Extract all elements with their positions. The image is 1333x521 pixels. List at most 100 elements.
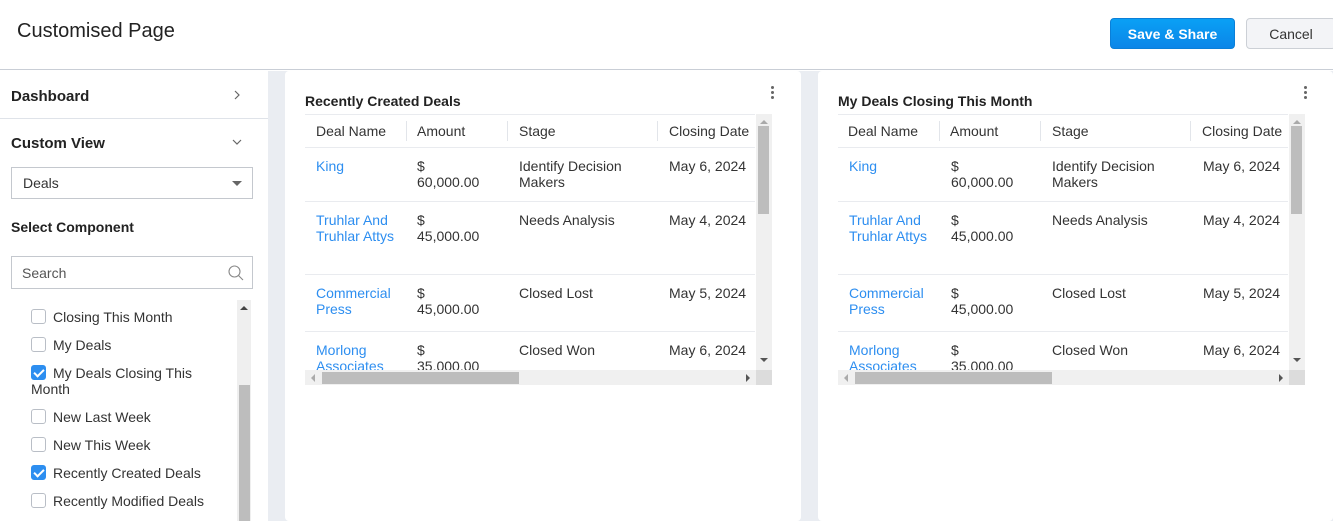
- column-header-stage[interactable]: Stage: [1052, 123, 1089, 139]
- column-header-stage[interactable]: Stage: [519, 123, 556, 139]
- column-header-amount[interactable]: Amount: [417, 123, 465, 139]
- search-icon[interactable]: [228, 265, 244, 281]
- table-row: Commercial Press $45,000.00 Closed Lost …: [305, 275, 755, 332]
- component-search[interactable]: [11, 256, 253, 289]
- table-header: Deal Name Amount Stage Closing Date: [305, 114, 755, 148]
- closing-date-cell: May 4, 2024: [669, 212, 747, 228]
- component-label: New Last Week: [53, 409, 151, 425]
- amount-value: 45,000.00: [417, 228, 480, 244]
- scroll-down-arrow-icon[interactable]: [760, 358, 768, 362]
- checkbox[interactable]: [31, 493, 46, 508]
- scrollbar-thumb[interactable]: [239, 385, 250, 521]
- component-item[interactable]: Recently Created Deals: [31, 465, 231, 481]
- column-separator: [939, 121, 940, 141]
- amount-cell: $60,000.00: [951, 158, 1036, 190]
- deal-name-link[interactable]: King: [849, 158, 934, 174]
- table-row: Truhlar And Truhlar Attys $45,000.00 Nee…: [838, 202, 1288, 275]
- stage-cell: Identify Decision Makers: [519, 158, 622, 190]
- sidebar-dashboard-section[interactable]: Dashboard: [0, 71, 268, 119]
- checkbox-checked[interactable]: [31, 465, 46, 480]
- module-select-value: Deals: [23, 175, 59, 191]
- cancel-button[interactable]: Cancel: [1246, 18, 1333, 49]
- scroll-left-arrow-icon[interactable]: [311, 374, 315, 382]
- component-list-scrollbar[interactable]: [237, 300, 251, 521]
- table-row: Commercial Press $45,000.00 Closed Lost …: [838, 275, 1288, 332]
- more-options-icon[interactable]: [767, 85, 777, 101]
- deal-name-link[interactable]: Commercial Press: [316, 285, 401, 317]
- stage-cell: Needs Analysis: [519, 212, 615, 228]
- module-select[interactable]: Deals: [11, 167, 253, 199]
- checkbox[interactable]: [31, 309, 46, 324]
- column-header-closing-date[interactable]: Closing Date: [1202, 123, 1282, 139]
- component-item[interactable]: Closing This Month: [31, 309, 231, 325]
- deal-name-link[interactable]: Commercial Press: [849, 285, 934, 317]
- caret-down-icon: [232, 181, 242, 186]
- scrollbar-thumb[interactable]: [758, 126, 769, 214]
- scroll-right-arrow-icon[interactable]: [746, 374, 750, 382]
- stage-cell: Closed Lost: [1052, 285, 1126, 301]
- stage-cell: Needs Analysis: [1052, 212, 1148, 228]
- deals-table: Deal Name Amount Stage Closing Date King…: [838, 114, 1305, 385]
- scrollbar-thumb[interactable]: [1291, 126, 1302, 214]
- column-separator: [1190, 121, 1191, 141]
- search-input[interactable]: [12, 257, 222, 288]
- scrollbar-thumb[interactable]: [855, 372, 1052, 384]
- amount-currency: $: [951, 212, 959, 228]
- amount-cell: $45,000.00: [417, 285, 502, 317]
- checkbox[interactable]: [31, 409, 46, 424]
- stage-cell: Closed Won: [519, 342, 596, 358]
- component-item[interactable]: New Last Week: [31, 409, 231, 425]
- closing-date-cell: May 5, 2024: [669, 285, 747, 301]
- table-horizontal-scrollbar[interactable]: [305, 370, 756, 385]
- component-item[interactable]: Recently Modified Deals: [31, 493, 231, 509]
- scroll-up-arrow-icon[interactable]: [240, 306, 248, 310]
- save-share-button[interactable]: Save & Share: [1110, 18, 1235, 49]
- column-header-closing-date[interactable]: Closing Date: [669, 123, 749, 139]
- component-item[interactable]: New This Week: [31, 437, 231, 453]
- deal-name-link[interactable]: King: [316, 158, 401, 174]
- table-vertical-scrollbar[interactable]: [1289, 114, 1305, 370]
- table-vertical-scrollbar[interactable]: [756, 114, 772, 370]
- column-separator: [507, 121, 508, 141]
- deal-name-link[interactable]: Truhlar And Truhlar Attys: [849, 212, 934, 244]
- deal-name-link[interactable]: Truhlar And Truhlar Attys: [316, 212, 401, 244]
- scroll-right-arrow-icon[interactable]: [1279, 374, 1283, 382]
- component-item[interactable]: My Deals: [31, 337, 231, 353]
- checkbox[interactable]: [31, 437, 46, 452]
- dashboard-heading[interactable]: Dashboard: [11, 88, 89, 105]
- scroll-up-arrow-icon[interactable]: [1293, 120, 1301, 124]
- scrollbar-thumb[interactable]: [322, 372, 519, 384]
- component-label: New This Week: [53, 437, 151, 453]
- widget-title: My Deals Closing This Month: [838, 93, 1033, 109]
- more-options-icon[interactable]: [1300, 85, 1310, 101]
- amount-value: 60,000.00: [951, 174, 1014, 190]
- custom-view-heading[interactable]: Custom View: [11, 135, 105, 152]
- scroll-left-arrow-icon[interactable]: [844, 374, 848, 382]
- amount-value: 45,000.00: [417, 301, 480, 317]
- amount-currency: $: [417, 212, 425, 228]
- column-header-amount[interactable]: Amount: [950, 123, 998, 139]
- chevron-down-icon[interactable]: [230, 135, 244, 149]
- amount-currency: $: [951, 158, 959, 174]
- checkbox[interactable]: [31, 337, 46, 352]
- column-header-deal-name[interactable]: Deal Name: [316, 123, 386, 139]
- amount-value: 45,000.00: [951, 301, 1014, 317]
- table-row: Truhlar And Truhlar Attys $45,000.00 Nee…: [305, 202, 755, 275]
- stage-cell: Identify Decision Makers: [1052, 158, 1155, 190]
- amount-currency: $: [951, 285, 959, 301]
- table-horizontal-scrollbar[interactable]: [838, 370, 1289, 385]
- component-label: Recently Created Deals: [53, 465, 201, 481]
- chevron-right-icon[interactable]: [230, 88, 244, 102]
- component-label: Closing This Month: [53, 309, 173, 325]
- component-item[interactable]: My Deals Closing This Month: [31, 365, 231, 397]
- column-separator: [657, 121, 658, 141]
- column-header-deal-name[interactable]: Deal Name: [848, 123, 918, 139]
- amount-currency: $: [417, 342, 425, 358]
- checkbox-checked[interactable]: [31, 365, 46, 380]
- closing-date-cell: May 6, 2024: [1203, 158, 1281, 174]
- scroll-down-arrow-icon[interactable]: [1293, 358, 1301, 362]
- column-separator: [1040, 121, 1041, 141]
- scrollbar-corner: [756, 370, 772, 385]
- component-label: Recently Modified Deals: [53, 493, 204, 509]
- scroll-up-arrow-icon[interactable]: [760, 120, 768, 124]
